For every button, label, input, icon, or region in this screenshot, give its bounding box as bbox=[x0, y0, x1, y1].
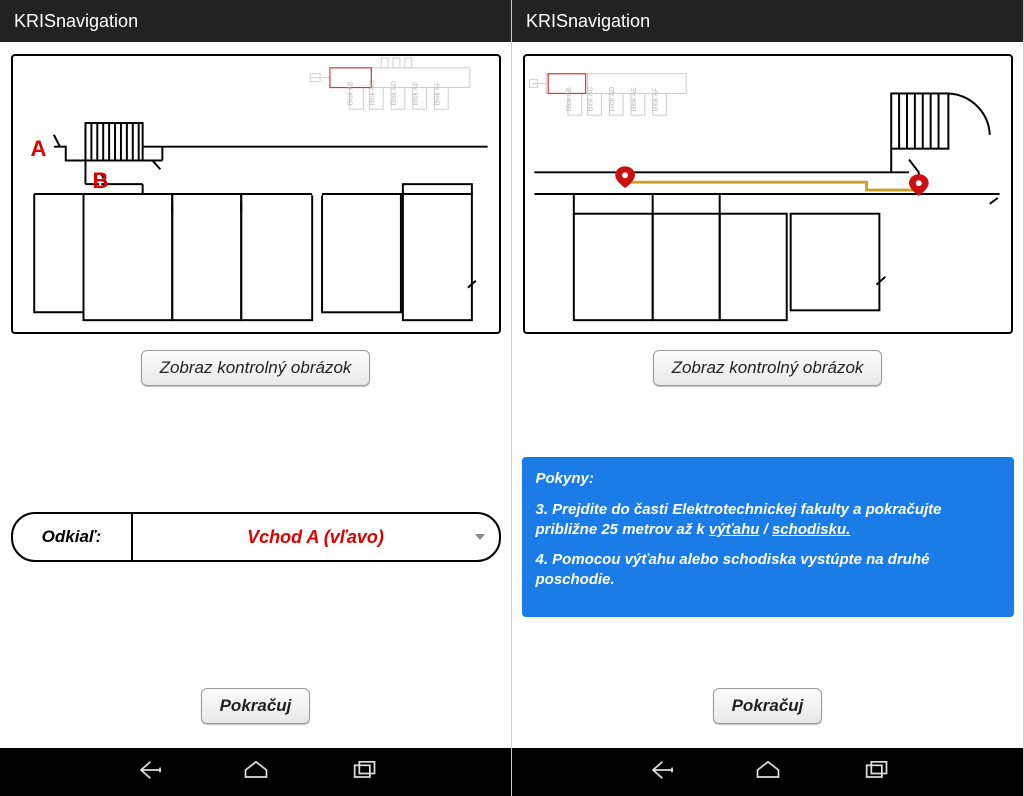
android-navbar-right bbox=[512, 748, 1023, 796]
from-selector[interactable]: Odkiaľ: Vchod A (vľavo) bbox=[11, 512, 501, 562]
mini-block-ad: Blok AD bbox=[609, 87, 616, 111]
mini-block-ad: Blok AD bbox=[390, 81, 397, 105]
route-start-pin bbox=[615, 166, 635, 188]
floor-plan-svg-left: Blok AB Blok AC Blok AD Blok AE Blok AF bbox=[13, 56, 499, 332]
midzone-right: Pokyny: 3. Prejdite do časti Elektrotech… bbox=[512, 386, 1023, 688]
midzone-left: Odkiaľ: Vchod A (vľavo) bbox=[0, 386, 511, 688]
mini-block-ab: Blok AB bbox=[347, 81, 354, 105]
back-icon[interactable] bbox=[646, 756, 674, 789]
titlebar-left: KRISnavigation bbox=[0, 0, 511, 42]
show-control-image-button[interactable]: Zobraz kontrolný obrázok bbox=[653, 350, 883, 386]
mini-block-ac: Blok AC bbox=[369, 81, 376, 105]
mini-block-ab: Blok AB bbox=[565, 87, 572, 111]
back-icon[interactable] bbox=[134, 756, 162, 789]
instructions-panel: Pokyny: 3. Prejdite do časti Elektrotech… bbox=[522, 457, 1014, 616]
entrance-marker-a: A bbox=[31, 136, 47, 162]
home-icon[interactable] bbox=[754, 756, 782, 789]
show-control-image-button[interactable]: Zobraz kontrolný obrázok bbox=[141, 350, 371, 386]
instruction-step-4: 4. Pomocou výťahu alebo schodiska vystúp… bbox=[536, 550, 1000, 591]
mini-block-ac: Blok AC bbox=[587, 87, 594, 111]
elevator-link[interactable]: výťahu bbox=[709, 521, 760, 538]
content-left: A B bbox=[0, 42, 511, 748]
app-title: KRISnavigation bbox=[14, 11, 138, 32]
mini-block-af: Blok AF bbox=[652, 87, 659, 111]
screen-left: KRISnavigation A B bbox=[0, 0, 512, 796]
app-title: KRISnavigation bbox=[526, 11, 650, 32]
home-icon[interactable] bbox=[242, 756, 270, 789]
route-path bbox=[625, 182, 919, 190]
titlebar-right: KRISnavigation bbox=[512, 0, 1023, 42]
mini-block-ae: Blok AE bbox=[630, 87, 637, 111]
mini-block-af: Blok AF bbox=[434, 82, 441, 106]
content-right: Blok AB Blok AC Blok AD Blok AE Blok AF bbox=[512, 42, 1023, 748]
screen-right: KRISnavigation Blok AB Blok A bbox=[512, 0, 1024, 796]
floor-map-left[interactable]: A B bbox=[11, 54, 501, 334]
from-selector-label: Odkiaľ: bbox=[13, 514, 133, 560]
floor-map-right[interactable]: Blok AB Blok AC Blok AD Blok AE Blok AF bbox=[523, 54, 1013, 334]
stairs-link[interactable]: schodisku. bbox=[772, 521, 850, 538]
continue-button[interactable]: Pokračuj bbox=[201, 688, 311, 724]
android-navbar-left bbox=[0, 748, 511, 796]
chevron-down-icon bbox=[475, 534, 485, 540]
route-end-pin bbox=[908, 174, 928, 196]
instruction-step-3: 3. Prejdite do časti Elektrotechnickej f… bbox=[536, 500, 1000, 541]
from-selector-value[interactable]: Vchod A (vľavo) bbox=[133, 514, 499, 560]
mini-block-ae: Blok AE bbox=[412, 81, 419, 105]
entrance-marker-b: B bbox=[93, 168, 109, 194]
recent-apps-icon[interactable] bbox=[862, 756, 890, 789]
instructions-title: Pokyny: bbox=[536, 469, 1000, 489]
recent-apps-icon[interactable] bbox=[350, 756, 378, 789]
continue-button[interactable]: Pokračuj bbox=[713, 688, 823, 724]
floor-plan-svg-right: Blok AB Blok AC Blok AD Blok AE Blok AF bbox=[525, 56, 1011, 332]
